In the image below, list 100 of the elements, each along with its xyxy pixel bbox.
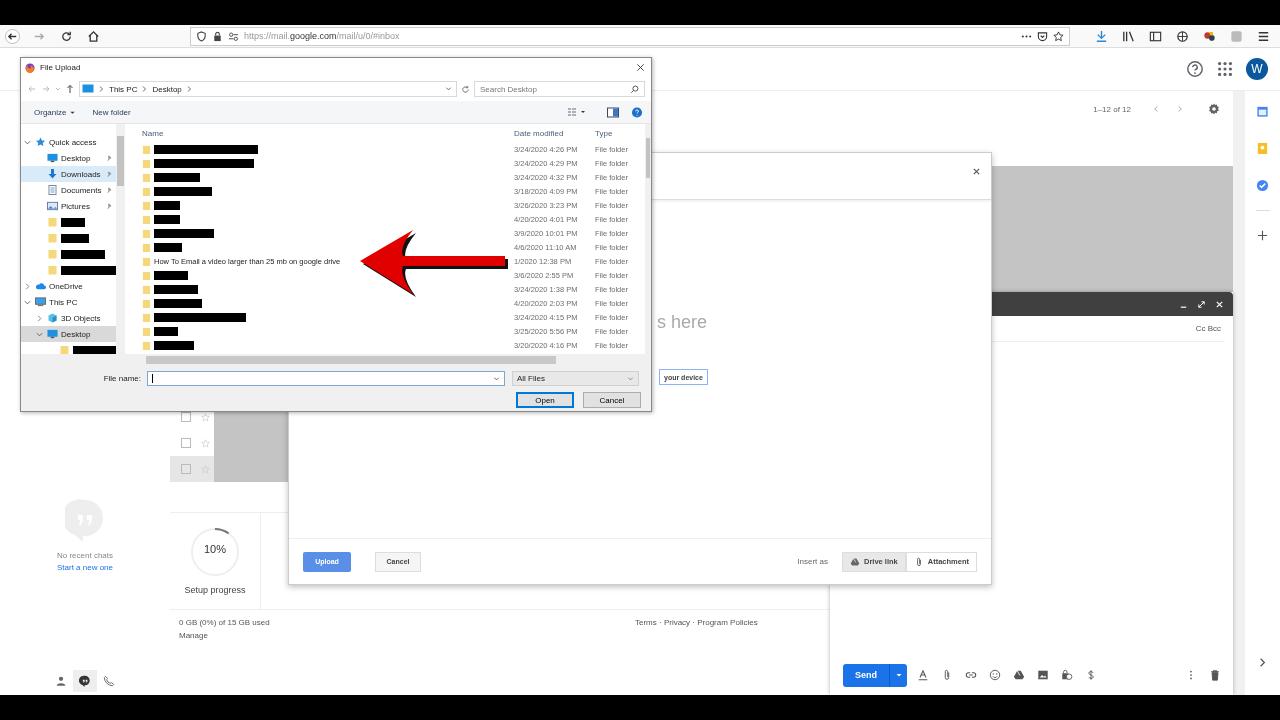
text-format-icon[interactable] bbox=[917, 669, 929, 681]
nav-item[interactable]: Documents bbox=[21, 182, 116, 198]
column-header[interactable]: Name bbox=[138, 128, 514, 138]
chevron-right-icon bbox=[98, 85, 105, 93]
close-icon[interactable] bbox=[636, 63, 645, 72]
insert-as-label: Insert as bbox=[797, 557, 828, 566]
search-icon bbox=[630, 84, 639, 94]
column-header[interactable]: Date modified bbox=[514, 128, 595, 138]
scrollbar[interactable] bbox=[1233, 91, 1245, 695]
drive-icon[interactable] bbox=[1013, 669, 1025, 681]
caret-icon bbox=[894, 671, 903, 679]
breadcrumb-item[interactable]: This PC bbox=[109, 84, 138, 94]
nav-item[interactable]: Quick access bbox=[21, 134, 116, 150]
help-icon[interactable] bbox=[631, 106, 643, 118]
new-chat-link[interactable]: Start a new one bbox=[56, 563, 113, 572]
document-icon bbox=[47, 185, 58, 195]
nav-item[interactable]: Downloads bbox=[21, 166, 116, 182]
chevron-down-icon[interactable] bbox=[445, 85, 452, 93]
cc-bcc-link[interactable]: Cc Bcc bbox=[1195, 324, 1221, 333]
row-checkbox[interactable] bbox=[181, 438, 191, 448]
preview-pane-icon[interactable] bbox=[607, 106, 619, 118]
storage-usage: 0 GB (0%) of 15 GB used bbox=[179, 618, 271, 627]
row-checkbox[interactable] bbox=[181, 412, 191, 422]
row-checkbox[interactable] bbox=[181, 464, 191, 474]
breadcrumb-item[interactable]: Desktop bbox=[152, 84, 182, 94]
account-avatar[interactable]: W bbox=[1246, 58, 1268, 80]
link-icon[interactable] bbox=[965, 669, 977, 681]
lock-icon bbox=[212, 30, 223, 42]
column-header[interactable]: Type bbox=[595, 128, 645, 138]
phone-icon[interactable] bbox=[103, 675, 115, 687]
chevron-down-icon[interactable] bbox=[24, 138, 31, 146]
cloud-icon bbox=[35, 281, 46, 291]
nav-item[interactable]: This PC bbox=[21, 294, 116, 310]
nav-item[interactable]: Pictures bbox=[21, 198, 116, 214]
back-icon[interactable] bbox=[5, 28, 20, 44]
new-folder-button[interactable]: New folder bbox=[87, 105, 136, 119]
chevron-right-icon bbox=[185, 85, 193, 93]
send-button[interactable]: Send bbox=[843, 663, 889, 687]
open-button[interactable]: Open bbox=[516, 392, 574, 408]
folder-icon bbox=[47, 265, 58, 275]
refresh-icon[interactable] bbox=[461, 84, 470, 94]
nav-item[interactable]: Desktop bbox=[21, 150, 116, 166]
pictures-icon bbox=[47, 201, 58, 211]
scrollbar[interactable] bbox=[116, 124, 125, 354]
image-icon[interactable] bbox=[1037, 669, 1049, 681]
address-field[interactable]: This PC Desktop bbox=[79, 81, 457, 97]
send-options-button[interactable] bbox=[889, 663, 907, 687]
nav-item[interactable]: Desktop bbox=[21, 326, 116, 342]
view-options-icon[interactable] bbox=[567, 107, 587, 117]
organize-menu[interactable]: Organize bbox=[29, 105, 82, 119]
emoji-icon[interactable] bbox=[989, 669, 1001, 681]
drop-hint: s here bbox=[657, 312, 708, 333]
nav-label: Documents bbox=[61, 185, 102, 195]
star-icon[interactable] bbox=[201, 438, 210, 448]
download-icon[interactable] bbox=[1094, 28, 1109, 44]
bookmark-star-icon[interactable] bbox=[1053, 30, 1064, 42]
tasks-icon[interactable] bbox=[1256, 179, 1269, 192]
computer-icon bbox=[35, 297, 46, 307]
file-name-field[interactable] bbox=[147, 371, 505, 386]
hangouts-tab[interactable] bbox=[73, 670, 97, 692]
hangouts-icon bbox=[79, 675, 91, 687]
chevron-down-icon[interactable] bbox=[24, 298, 31, 306]
dollar-icon[interactable] bbox=[1085, 669, 1097, 681]
scrollbar[interactable] bbox=[645, 124, 651, 354]
expand-icon[interactable] bbox=[1197, 299, 1206, 309]
manage-link[interactable]: Manage bbox=[179, 631, 635, 640]
folder-icon bbox=[47, 217, 58, 227]
search-field[interactable]: Search Desktop bbox=[474, 81, 645, 97]
empty-chat-text: No recent chats bbox=[56, 551, 113, 560]
drive-icon bbox=[849, 556, 860, 567]
home-icon[interactable] bbox=[86, 28, 101, 44]
lock-clock-icon[interactable] bbox=[1061, 669, 1073, 681]
globe-icon[interactable] bbox=[1175, 28, 1190, 44]
cancel-button[interactable]: Cancel bbox=[583, 392, 641, 408]
help-icon[interactable] bbox=[1186, 60, 1204, 78]
file-type-dropdown[interactable]: All Files bbox=[512, 371, 639, 386]
cube-icon bbox=[47, 313, 58, 323]
progress-ring bbox=[190, 527, 240, 577]
up-arrow-icon[interactable] bbox=[65, 84, 75, 94]
scrollbar[interactable] bbox=[21, 354, 651, 366]
star-icon[interactable] bbox=[201, 412, 210, 422]
nav-label: 3D Objects bbox=[61, 313, 101, 323]
address-bar[interactable]: https://mail.google.com/mail/u/0/#inbox bbox=[190, 26, 1070, 46]
close-icon[interactable] bbox=[972, 167, 981, 176]
nav-item[interactable]: 3D Objects bbox=[21, 310, 116, 326]
nav-item[interactable]: OneDrive bbox=[21, 278, 116, 294]
pagination-text: 1–12 of 12 bbox=[1093, 104, 1131, 114]
add-icon[interactable] bbox=[1256, 229, 1269, 242]
trash-icon[interactable] bbox=[1209, 669, 1221, 681]
apps-grid-icon[interactable] bbox=[1216, 60, 1234, 78]
download-icon bbox=[47, 169, 58, 179]
person-icon[interactable] bbox=[55, 675, 67, 687]
nav-label: Downloads bbox=[61, 169, 101, 179]
monitor-icon bbox=[47, 329, 58, 339]
footer-links[interactable]: Terms · Privacy · Program Policies bbox=[635, 618, 758, 640]
settings-icon[interactable] bbox=[1207, 102, 1221, 116]
chevron-right-icon bbox=[141, 85, 149, 93]
url-text: https://mail.google.com/mail/u/0/#inbox bbox=[244, 31, 400, 41]
pocket-icon[interactable] bbox=[1037, 30, 1048, 42]
calendar-icon[interactable] bbox=[1256, 105, 1269, 118]
